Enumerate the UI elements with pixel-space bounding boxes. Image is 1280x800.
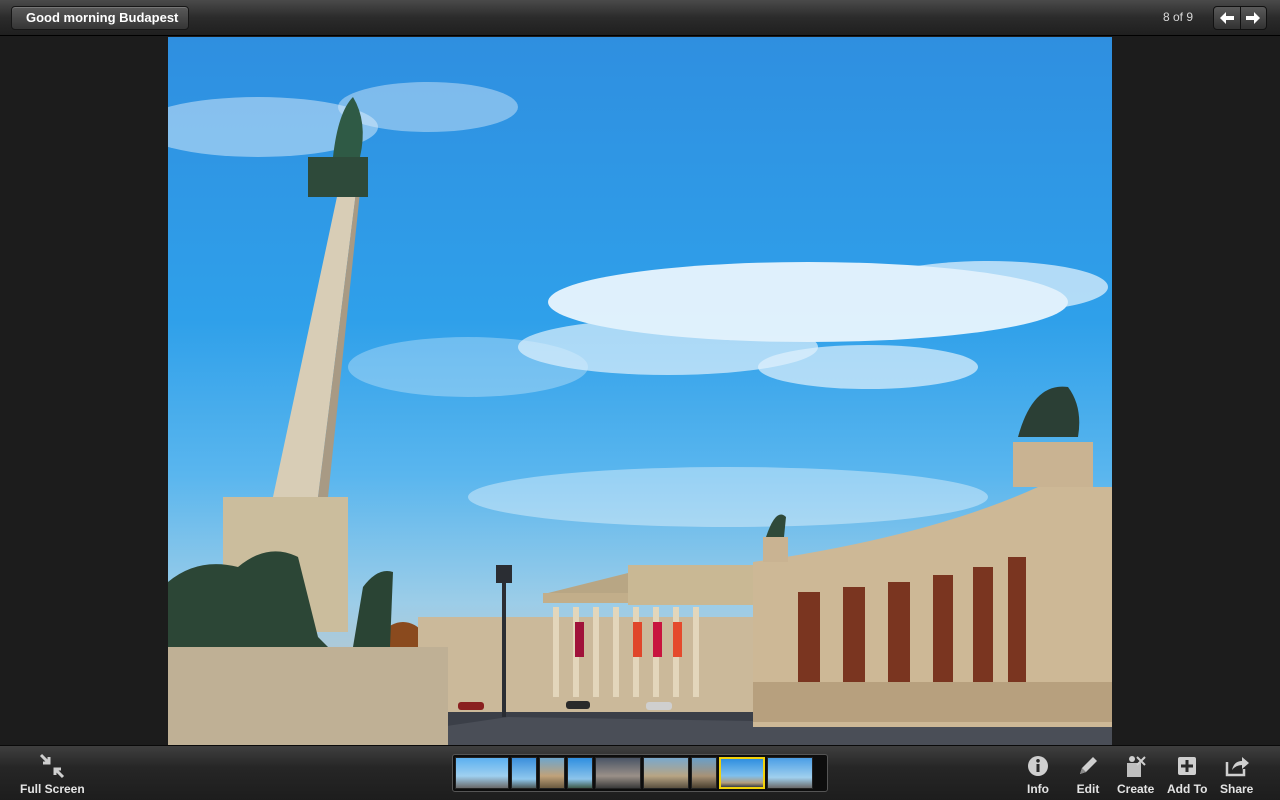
share-button[interactable]: Share xyxy=(1220,752,1253,796)
collapse-arrows-icon xyxy=(39,752,65,780)
arrow-right-icon xyxy=(1246,12,1261,24)
plus-box-icon xyxy=(1174,752,1200,780)
photo-counter: 8 of 9 xyxy=(1162,10,1194,24)
share-label: Share xyxy=(1220,782,1254,796)
top-bar: Good morning Budapest 8 of 9 xyxy=(0,0,1280,36)
info-icon xyxy=(1025,752,1051,780)
add-to-button[interactable]: Add To xyxy=(1167,752,1207,796)
info-button[interactable]: Info xyxy=(1025,752,1051,796)
bottom-toolbar: Full Screen Info Edit Create Add To Shar… xyxy=(0,745,1280,800)
filmstrip-thumb[interactable] xyxy=(539,757,565,789)
create-tools-icon xyxy=(1123,752,1149,780)
filmstrip-thumb[interactable] xyxy=(567,757,593,789)
arrow-left-icon xyxy=(1219,12,1234,24)
full-screen-button[interactable]: Full Screen xyxy=(20,752,85,796)
add-to-label: Add To xyxy=(1167,782,1208,796)
filmstrip-thumb[interactable] xyxy=(691,757,717,789)
full-screen-label: Full Screen xyxy=(20,782,85,796)
share-icon xyxy=(1224,752,1250,780)
filmstrip-thumb[interactable] xyxy=(511,757,537,789)
filmstrip[interactable] xyxy=(452,754,828,792)
filmstrip-thumb-selected[interactable] xyxy=(719,757,765,789)
info-label: Info xyxy=(1027,782,1049,796)
back-album-button[interactable]: Good morning Budapest xyxy=(11,6,190,30)
filmstrip-thumb[interactable] xyxy=(595,757,641,789)
edit-label: Edit xyxy=(1076,782,1100,796)
previous-photo-button[interactable] xyxy=(1214,7,1240,29)
filmstrip-thumb[interactable] xyxy=(767,757,813,789)
filmstrip-thumb[interactable] xyxy=(643,757,689,789)
create-button[interactable]: Create xyxy=(1117,752,1154,796)
next-photo-button[interactable] xyxy=(1239,7,1266,29)
pencil-icon xyxy=(1075,752,1101,780)
main-photo[interactable] xyxy=(168,37,1112,745)
edit-button[interactable]: Edit xyxy=(1075,752,1101,796)
filmstrip-thumb[interactable] xyxy=(455,757,509,789)
photo-nav-group xyxy=(1213,6,1267,30)
create-label: Create xyxy=(1117,782,1155,796)
